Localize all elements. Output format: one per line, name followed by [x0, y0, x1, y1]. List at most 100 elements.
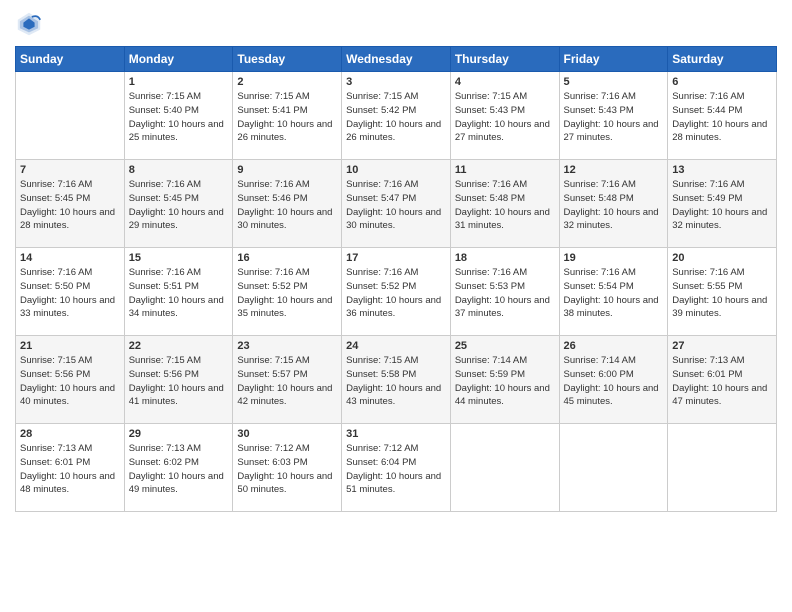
- weekday-header-tuesday: Tuesday: [233, 47, 342, 72]
- day-info: Sunrise: 7:16 AM Sunset: 5:45 PM Dayligh…: [20, 178, 120, 233]
- day-number: 23: [237, 340, 337, 352]
- day-number: 18: [455, 252, 555, 264]
- day-info: Sunrise: 7:14 AM Sunset: 5:59 PM Dayligh…: [455, 354, 555, 409]
- day-info: Sunrise: 7:16 AM Sunset: 5:48 PM Dayligh…: [455, 178, 555, 233]
- day-cell: 27Sunrise: 7:13 AM Sunset: 6:01 PM Dayli…: [668, 336, 777, 424]
- weekday-header-saturday: Saturday: [668, 47, 777, 72]
- day-cell: 10 Sunrise: 7:16 AM Sunset: 5:47 PM Dayli…: [342, 160, 451, 248]
- day-number: 29: [129, 428, 229, 440]
- day-info: Sunrise: 7:16 AM Sunset: 5:48 PM Dayligh…: [564, 178, 664, 233]
- day-number: 19: [564, 252, 664, 264]
- week-row-5: 28 Sunrise: 7:13 AM Sunset: 6:01 PM Dayli…: [16, 424, 777, 512]
- calendar-table: SundayMondayTuesdayWednesdayThursdayFrid…: [15, 46, 777, 512]
- day-number: 25: [455, 340, 555, 352]
- day-cell: 2Sunrise: 7:15 AM Sunset: 5:41 PM Daylig…: [233, 72, 342, 160]
- day-number: 8: [129, 164, 229, 176]
- day-info: Sunrise: 7:15 AM Sunset: 5:40 PM Dayligh…: [129, 90, 229, 145]
- day-info: Sunrise: 7:12 AM Sunset: 6:04 PM Dayligh…: [346, 442, 446, 497]
- day-cell: 12Sunrise: 7:16 AM Sunset: 5:48 PM Dayli…: [559, 160, 668, 248]
- day-info: Sunrise: 7:15 AM Sunset: 5:42 PM Dayligh…: [346, 90, 446, 145]
- day-info: Sunrise: 7:16 AM Sunset: 5:47 PM Dayligh…: [346, 178, 446, 233]
- weekday-header-thursday: Thursday: [450, 47, 559, 72]
- day-number: 16: [237, 252, 337, 264]
- week-row-4: 21 Sunrise: 7:15 AM Sunset: 5:56 PM Dayli…: [16, 336, 777, 424]
- day-cell: [668, 424, 777, 512]
- day-cell: 26 Sunrise: 7:14 AM Sunset: 6:00 PM Dayli…: [559, 336, 668, 424]
- day-info: Sunrise: 7:16 AM Sunset: 5:52 PM Dayligh…: [346, 266, 446, 321]
- day-cell: 20 Sunrise: 7:16 AM Sunset: 5:55 PM Dayli…: [668, 248, 777, 336]
- day-info: Sunrise: 7:12 AM Sunset: 6:03 PM Dayligh…: [237, 442, 337, 497]
- day-cell: 6Sunrise: 7:16 AM Sunset: 5:44 PM Daylig…: [668, 72, 777, 160]
- day-cell: 15Sunrise: 7:16 AM Sunset: 5:51 PM Dayli…: [124, 248, 233, 336]
- day-cell: 11 Sunrise: 7:16 AM Sunset: 5:48 PM Dayli…: [450, 160, 559, 248]
- day-number: 11: [455, 164, 555, 176]
- day-cell: 25 Sunrise: 7:14 AM Sunset: 5:59 PM Dayli…: [450, 336, 559, 424]
- day-number: 15: [129, 252, 229, 264]
- day-number: 2: [237, 76, 337, 88]
- day-cell: 28 Sunrise: 7:13 AM Sunset: 6:01 PM Dayli…: [16, 424, 125, 512]
- day-cell: [559, 424, 668, 512]
- day-info: Sunrise: 7:16 AM Sunset: 5:50 PM Dayligh…: [20, 266, 120, 321]
- day-number: 10: [346, 164, 446, 176]
- day-info: Sunrise: 7:13 AM Sunset: 6:02 PM Dayligh…: [129, 442, 229, 497]
- day-cell: 17 Sunrise: 7:16 AM Sunset: 5:52 PM Dayli…: [342, 248, 451, 336]
- day-number: 13: [672, 164, 772, 176]
- day-info: Sunrise: 7:16 AM Sunset: 5:49 PM Dayligh…: [672, 178, 772, 233]
- day-cell: [450, 424, 559, 512]
- day-number: 5: [564, 76, 664, 88]
- day-number: 24: [346, 340, 446, 352]
- day-cell: 1 Sunrise: 7:15 AM Sunset: 5:40 PM Daylig…: [124, 72, 233, 160]
- day-cell: 30 Sunrise: 7:12 AM Sunset: 6:03 PM Dayli…: [233, 424, 342, 512]
- day-cell: 5 Sunrise: 7:16 AM Sunset: 5:43 PM Daylig…: [559, 72, 668, 160]
- day-number: 20: [672, 252, 772, 264]
- weekday-header-monday: Monday: [124, 47, 233, 72]
- day-info: Sunrise: 7:16 AM Sunset: 5:53 PM Dayligh…: [455, 266, 555, 321]
- day-cell: 3 Sunrise: 7:15 AM Sunset: 5:42 PM Daylig…: [342, 72, 451, 160]
- day-info: Sunrise: 7:16 AM Sunset: 5:45 PM Dayligh…: [129, 178, 229, 233]
- day-cell: 7 Sunrise: 7:16 AM Sunset: 5:45 PM Daylig…: [16, 160, 125, 248]
- day-info: Sunrise: 7:15 AM Sunset: 5:58 PM Dayligh…: [346, 354, 446, 409]
- weekday-header-sunday: Sunday: [16, 47, 125, 72]
- weekday-header-friday: Friday: [559, 47, 668, 72]
- day-number: 7: [20, 164, 120, 176]
- day-cell: 8 Sunrise: 7:16 AM Sunset: 5:45 PM Daylig…: [124, 160, 233, 248]
- day-number: 26: [564, 340, 664, 352]
- day-number: 17: [346, 252, 446, 264]
- day-number: 4: [455, 76, 555, 88]
- day-number: 28: [20, 428, 120, 440]
- day-info: Sunrise: 7:16 AM Sunset: 5:44 PM Dayligh…: [672, 90, 772, 145]
- logo-icon: [15, 10, 43, 38]
- day-number: 22: [129, 340, 229, 352]
- day-cell: 16 Sunrise: 7:16 AM Sunset: 5:52 PM Dayli…: [233, 248, 342, 336]
- header: [15, 10, 777, 38]
- day-cell: 23Sunrise: 7:15 AM Sunset: 5:57 PM Dayli…: [233, 336, 342, 424]
- day-info: Sunrise: 7:13 AM Sunset: 6:01 PM Dayligh…: [20, 442, 120, 497]
- day-info: Sunrise: 7:16 AM Sunset: 5:46 PM Dayligh…: [237, 178, 337, 233]
- day-info: Sunrise: 7:16 AM Sunset: 5:55 PM Dayligh…: [672, 266, 772, 321]
- day-cell: 22 Sunrise: 7:15 AM Sunset: 5:56 PM Dayli…: [124, 336, 233, 424]
- day-info: Sunrise: 7:16 AM Sunset: 5:54 PM Dayligh…: [564, 266, 664, 321]
- day-info: Sunrise: 7:15 AM Sunset: 5:56 PM Dayligh…: [129, 354, 229, 409]
- page: SundayMondayTuesdayWednesdayThursdayFrid…: [0, 0, 792, 612]
- weekday-header-wednesday: Wednesday: [342, 47, 451, 72]
- day-number: 1: [129, 76, 229, 88]
- day-info: Sunrise: 7:14 AM Sunset: 6:00 PM Dayligh…: [564, 354, 664, 409]
- day-info: Sunrise: 7:16 AM Sunset: 5:43 PM Dayligh…: [564, 90, 664, 145]
- day-info: Sunrise: 7:15 AM Sunset: 5:43 PM Dayligh…: [455, 90, 555, 145]
- day-number: 30: [237, 428, 337, 440]
- day-cell: 21Sunrise: 7:15 AM Sunset: 5:56 PM Dayli…: [16, 336, 125, 424]
- day-cell: 13 Sunrise: 7:16 AM Sunset: 5:49 PM Dayli…: [668, 160, 777, 248]
- day-number: 3: [346, 76, 446, 88]
- week-row-3: 14 Sunrise: 7:16 AM Sunset: 5:50 PM Dayli…: [16, 248, 777, 336]
- day-cell: 29 Sunrise: 7:13 AM Sunset: 6:02 PM Dayli…: [124, 424, 233, 512]
- day-number: 27: [672, 340, 772, 352]
- week-row-1: 1 Sunrise: 7:15 AM Sunset: 5:40 PM Daylig…: [16, 72, 777, 160]
- logo: [15, 10, 47, 38]
- day-number: 14: [20, 252, 120, 264]
- weekday-header-row: SundayMondayTuesdayWednesdayThursdayFrid…: [16, 47, 777, 72]
- week-row-2: 7 Sunrise: 7:16 AM Sunset: 5:45 PM Daylig…: [16, 160, 777, 248]
- day-cell: 31Sunrise: 7:12 AM Sunset: 6:04 PM Dayli…: [342, 424, 451, 512]
- day-info: Sunrise: 7:16 AM Sunset: 5:52 PM Dayligh…: [237, 266, 337, 321]
- day-number: 21: [20, 340, 120, 352]
- day-cell: 18 Sunrise: 7:16 AM Sunset: 5:53 PM Dayli…: [450, 248, 559, 336]
